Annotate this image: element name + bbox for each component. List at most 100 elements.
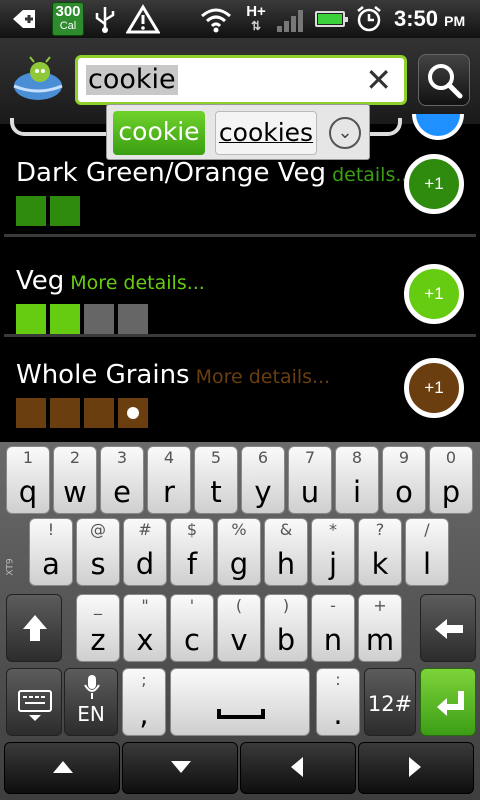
food-group-label: Dark Green/Orange Veg details... (16, 158, 413, 188)
key-r[interactable]: 4r (147, 446, 191, 514)
key-a[interactable]: ! a (29, 518, 73, 586)
key-primary: a (42, 547, 60, 581)
key-secondary: " (141, 596, 149, 615)
key-s[interactable]: @ s (76, 518, 120, 586)
food-group-name: Dark Green/Orange Veg (16, 158, 327, 188)
period-key[interactable]: :. (316, 668, 360, 736)
language-key[interactable]: EN (64, 668, 118, 736)
key-primary: s (90, 547, 106, 581)
food-group-row[interactable]: Whole Grains More details... +1 (0, 342, 480, 434)
key-i[interactable]: 8i (335, 446, 379, 514)
add-serving-button[interactable]: +1 (404, 154, 464, 214)
key-secondary: 9 (398, 448, 410, 467)
cursor-right-key[interactable] (358, 742, 474, 794)
key-o[interactable]: 9o (382, 446, 426, 514)
key-x[interactable]: " x (123, 594, 167, 662)
suggestion-cookie[interactable]: cookie (113, 111, 205, 155)
space-key[interactable] (170, 668, 310, 736)
key-u[interactable]: 7u (288, 446, 332, 514)
food-group-label: Veg More details... (16, 266, 205, 296)
key-primary: o (395, 475, 413, 509)
food-group-list: Dark Green/Orange Veg details... +1 Veg More… (0, 114, 480, 442)
key-primary: h (276, 547, 296, 581)
key-e[interactable]: 3e (100, 446, 144, 514)
key-primary: d (135, 547, 155, 581)
key-primary: v (230, 623, 248, 657)
data-arrows-icon: ⇅ (250, 19, 262, 33)
search-button[interactable] (418, 54, 470, 106)
key-z[interactable]: _ z (76, 594, 120, 662)
key-secondary: % (231, 520, 247, 539)
key-k[interactable]: ? k (358, 518, 402, 586)
usb-icon (90, 4, 120, 34)
symbols-key[interactable]: 12# (364, 668, 416, 736)
key-primary: . (333, 697, 343, 731)
shift-key[interactable] (6, 594, 62, 662)
key-secondary: ' (189, 596, 195, 615)
cursor-up-key[interactable] (4, 742, 120, 794)
key-secondary: # (138, 520, 152, 539)
warning-icon (125, 4, 161, 34)
cursor-left-key[interactable] (240, 742, 356, 794)
key-f[interactable]: $ f (170, 518, 214, 586)
enter-key[interactable] (420, 668, 476, 736)
key-secondary: * (329, 520, 337, 539)
key-primary: b (276, 623, 296, 657)
key-n[interactable]: -n (311, 594, 355, 662)
key-l[interactable]: / l (405, 518, 449, 586)
key-secondary: + (373, 596, 387, 615)
details-link[interactable]: details... (332, 164, 413, 186)
wifi-icon (198, 4, 234, 34)
key-w[interactable]: 2w (53, 446, 97, 514)
clear-search-button[interactable]: ✕ (365, 64, 392, 96)
key-y[interactable]: 6y (241, 446, 285, 514)
suggestion-cookies[interactable]: cookies (215, 111, 317, 155)
key-j[interactable]: * j (311, 518, 355, 586)
search-input[interactable]: cookie ✕ (75, 55, 407, 105)
key-p[interactable]: 0p (429, 446, 473, 514)
key-secondary: 1 (22, 448, 34, 467)
key-primary: i (352, 475, 362, 509)
search-query: cookie (86, 64, 178, 95)
xt9-label: XT9 (5, 558, 16, 576)
key-secondary: $ (186, 520, 198, 539)
key-m[interactable]: + m (358, 594, 402, 662)
key-secondary: _ (94, 596, 102, 615)
add-serving-button[interactable]: +1 (404, 358, 464, 418)
key-c[interactable]: ' c (170, 594, 214, 662)
key-h[interactable]: & h (264, 518, 308, 586)
serving-filled (16, 196, 46, 226)
key-q[interactable]: 1q (6, 446, 50, 514)
key-v[interactable]: (v (217, 594, 261, 662)
key-primary: t (210, 475, 222, 509)
add-serving-button[interactable]: +1 (404, 264, 464, 324)
cursor-down-key[interactable] (122, 742, 238, 794)
key-secondary: : (335, 670, 341, 689)
keyboard-settings-key[interactable] (6, 668, 62, 736)
food-group-name: Veg (16, 266, 65, 296)
backspace-key[interactable] (420, 594, 476, 662)
serving-filled (16, 398, 46, 428)
key-secondary: / (424, 520, 430, 539)
key-b[interactable]: ) b (264, 594, 308, 662)
previous-row-button[interactable] (412, 114, 464, 140)
food-group-row[interactable]: Veg More details... +1 (0, 248, 480, 340)
key-secondary: 3 (116, 448, 128, 467)
more-suggestions-chevron-icon[interactable]: ⌄ (329, 117, 361, 149)
alarm-icon (354, 4, 384, 34)
keyboard-icon (18, 690, 52, 721)
details-link[interactable]: More details... (70, 272, 205, 294)
details-link[interactable]: More details... (196, 366, 331, 388)
key-t[interactable]: 5t (194, 446, 238, 514)
symbols-label: 12# (367, 692, 413, 716)
key-primary: l (422, 547, 432, 581)
shift-arrow-icon (23, 615, 47, 641)
calorie-count: 300 (55, 3, 81, 20)
serving-filled (16, 304, 46, 334)
key-d[interactable]: # d (123, 518, 167, 586)
key-primary: r (163, 475, 175, 509)
key-secondary: ) (282, 596, 290, 615)
comma-key[interactable]: ;, (122, 668, 166, 736)
serving-filled (84, 398, 114, 428)
key-g[interactable]: % g (217, 518, 261, 586)
